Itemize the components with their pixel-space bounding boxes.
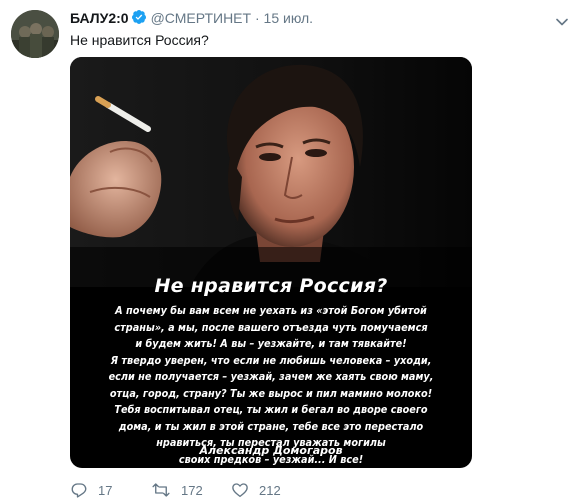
tweet[interactable]: БАЛУ2:0 @СМЕРТИНЕТ · 15 июл. Не нравится … <box>0 0 581 503</box>
tweet-text: Не нравится Россия? <box>70 32 209 48</box>
avatar[interactable] <box>11 10 59 58</box>
caret-down-icon[interactable] <box>556 13 568 31</box>
poster-line: Тебя воспитывал отец, ты жил и бегал во … <box>114 403 428 416</box>
retweet-icon <box>151 481 171 499</box>
retweet-count: 172 <box>181 482 203 498</box>
reply-button[interactable]: 17 <box>70 481 112 499</box>
poster-line: отца, город, страну? Ты же вырос и пил м… <box>109 386 433 400</box>
separator-dot: · <box>254 10 260 26</box>
poster-line: Я твердо уверен, что если не любишь чело… <box>110 353 432 367</box>
poster-line: дома, и ты жил в этой стране, тебе все э… <box>118 419 424 433</box>
retweet-button[interactable]: 172 <box>151 481 203 499</box>
poster-title: Не нравится Россия? <box>154 275 388 297</box>
poster-line: и будем жить! А вы – уезжайте, и там тяв… <box>135 337 407 350</box>
author-name[interactable]: БАЛУ2:0 <box>70 10 129 26</box>
tweet-media-image[interactable]: Не нравится Россия? А почему бы вам всем… <box>70 57 472 468</box>
poster-line: если не получается – уезжай, зачем же ха… <box>108 370 434 383</box>
reply-count: 17 <box>98 482 113 498</box>
author-handle[interactable]: @СМЕРТИНЕТ <box>151 10 252 26</box>
tweet-date[interactable]: 15 июл. <box>264 10 314 26</box>
like-button[interactable]: 212 <box>231 481 281 499</box>
poster-author: Александр Домогаров <box>199 444 343 457</box>
like-count: 212 <box>259 482 281 498</box>
tweet-header: БАЛУ2:0 @СМЕРТИНЕТ · 15 июл. <box>70 9 313 29</box>
portrait-photo <box>70 57 472 287</box>
poster-line: А почему бы вам всем не уехать из «этой … <box>115 304 427 317</box>
verified-icon <box>131 9 147 29</box>
like-icon <box>231 481 249 499</box>
poster-line: страны», а мы, после вашего отъезда чуть… <box>114 320 428 334</box>
reply-icon <box>70 481 88 499</box>
